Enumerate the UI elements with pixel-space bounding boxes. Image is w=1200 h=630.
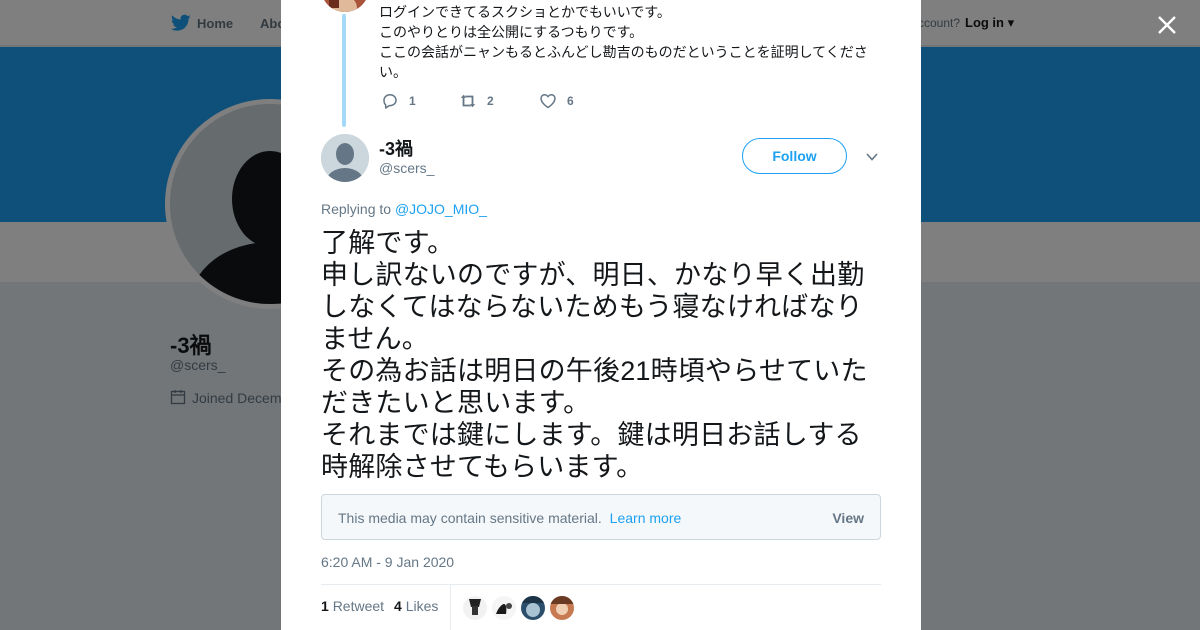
previous-tweet-line: い。 [379,64,407,80]
tweet-text-line: その為お話は明日の午後21時頃やらせていただきたいと思います。 [321,356,868,418]
retweet-icon [460,94,476,108]
liker-avatar[interactable] [463,596,487,620]
sensitive-message: This media may contain sensitive materia… [338,510,681,526]
like-action[interactable]: 6 [539,92,574,110]
likes-stat[interactable]: 4 Likes [394,598,438,614]
like-count: 6 [567,94,574,108]
tweet-author-name[interactable]: -3禍 [379,135,413,161]
tweet-text-line: 了解です。 [321,228,455,258]
reply-action[interactable]: 1 [381,92,416,110]
tweet-text-line: 申し訳ないのですが、明日、かなり早く出勤しなくてはならないためもう寝なければなり… [321,260,865,354]
previous-tweet-line: このやりとりは全公開にするつもりです。 [379,24,644,40]
tweet-timestamp[interactable]: 6:20 AM - 9 Jan 2020 [321,554,454,570]
tweet-text-line: それまでは鍵にします。鍵は明日お話しする時解除させてもらいます。 [321,420,862,482]
retweet-stat[interactable]: 1 Retweet [321,598,384,614]
heart-icon [540,93,556,109]
retweet-action[interactable]: 2 [459,92,494,110]
avatar-image [492,596,516,620]
tweet-author-avatar[interactable] [321,134,369,182]
reply-count: 1 [409,94,416,108]
likes-stat-label: Likes [405,598,439,614]
likes-stat-count: 4 [394,598,402,614]
tweet-stats: 1 Retweet 4 Likes [321,598,438,614]
avatar-image [321,0,369,12]
chevron-down-icon[interactable] [864,150,880,164]
liker-avatars [463,596,574,620]
previous-tweet-line: ここの会話がニャンもるとふんどし勘吉のものだということを証明してくださ [379,44,868,60]
avatar-image [463,596,487,620]
replying-to-link[interactable]: @JOJO_MIO_ [395,201,487,217]
retweet-stat-label: Retweet [332,598,385,614]
divider [321,584,881,585]
reply-icon [383,94,397,109]
previous-tweet-line: ログインできてるスクショとかでもいいです。 [379,4,671,20]
retweet-stat-count: 1 [321,598,329,614]
tweet-text: 了解です。 申し訳ないのですが、明日、かなり早く出勤しなくてはならないためもう寝… [321,227,885,483]
tweet-author-handle[interactable]: @scers_ [379,160,434,176]
liker-avatar[interactable] [550,596,574,620]
tweet-modal: ログインできてるスクショとかでもいいです。 このやりとりは全公開にするつもりです… [281,0,921,630]
replying-to: Replying to @JOJO_MIO_ [321,201,487,217]
follow-button[interactable]: Follow [742,138,847,174]
replying-prefix: Replying to [321,201,392,217]
avatar-image [521,596,545,620]
sensitive-media-warning: This media may contain sensitive materia… [321,494,881,540]
liker-avatar[interactable] [521,596,545,620]
sensitive-text: This media may contain sensitive materia… [338,510,602,526]
retweet-count: 2 [487,94,494,108]
divider [450,585,451,630]
view-media-button[interactable]: View [832,510,864,526]
previous-tweet-avatar[interactable] [321,0,369,12]
default-avatar-icon [321,134,369,182]
close-icon[interactable] [1155,13,1179,37]
liker-avatar[interactable] [492,596,516,620]
thread-connector [342,14,346,127]
previous-tweet-text: ログインできてるスクショとかでもいいです。 このやりとりは全公開にするつもりです… [379,2,874,82]
avatar-image [550,596,574,620]
learn-more-link[interactable]: Learn more [610,510,682,526]
